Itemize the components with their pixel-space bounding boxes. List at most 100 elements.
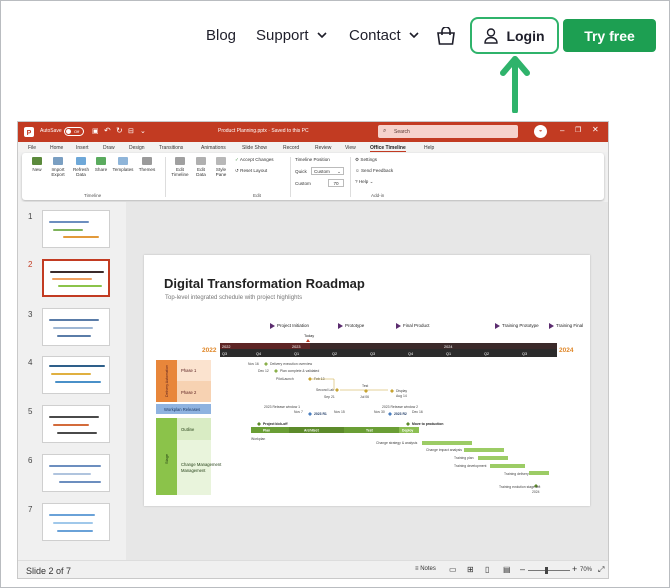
milestone-diamond-icon (264, 362, 268, 366)
timescale-quarter: Q3 (522, 352, 527, 356)
swimlane-label: Stage (165, 454, 169, 464)
shopping-bag-icon[interactable] (436, 27, 456, 45)
tab-design[interactable]: Design (129, 145, 145, 151)
share-label: Share (94, 167, 108, 172)
send-feedback-button[interactable]: ☺ Send Feedback (355, 168, 393, 173)
item-label: Training delivery (504, 472, 529, 476)
new-button[interactable]: New (28, 157, 46, 172)
nav-contact-label: Contact (349, 27, 401, 44)
slide-show-icon[interactable]: ▤ (503, 565, 511, 574)
slide-thumbnail-2[interactable] (42, 259, 110, 297)
slide-thumbnail-5[interactable] (42, 405, 110, 443)
slide-editor-canvas[interactable]: Digital Transformation Roadmap Top-level… (126, 202, 608, 560)
accept-changes-button[interactable]: ✓ Accept Changes (235, 157, 274, 163)
undo-icon[interactable]: ↶ (104, 126, 111, 135)
timescale-quarters (220, 349, 557, 357)
zoom-out-icon[interactable]: – (520, 564, 525, 574)
row-label: Outline (181, 427, 195, 432)
slide-sorter-icon[interactable]: ⊞ (467, 565, 474, 574)
redo-icon[interactable]: ↻ (116, 126, 123, 135)
file-title: Product Planning.pptx · Saved to this PC (218, 128, 309, 134)
nav-blog-link[interactable]: Blog (206, 27, 236, 44)
minimize-icon[interactable]: – (560, 126, 564, 135)
customize-toolbar-icon[interactable]: ⌄ (140, 127, 146, 135)
reset-layout-button[interactable]: ↺ Reset Layout (235, 168, 267, 174)
custom-value-input[interactable]: 70 (328, 179, 344, 187)
login-button[interactable]: Login (470, 17, 559, 54)
current-slide[interactable]: Digital Transformation Roadmap Top-level… (144, 255, 590, 506)
quick-select[interactable]: Custom ⌄ (311, 167, 344, 175)
refresh-data-button[interactable]: Refresh Data (71, 157, 91, 177)
zoom-level[interactable]: 70% (580, 567, 592, 573)
share-icon (96, 157, 106, 165)
slide-thumbnail-4[interactable] (42, 356, 110, 394)
row-label: Phase 2 (181, 390, 197, 395)
group-timeline-label: Timeline (84, 193, 102, 198)
save-icon[interactable]: ▣ (92, 127, 99, 135)
zoom-in-icon[interactable]: + (572, 564, 577, 574)
tab-record[interactable]: Record (283, 145, 299, 151)
templates-icon (118, 157, 128, 165)
release-label: 2023 R2 (394, 412, 407, 416)
tab-transitions[interactable]: Transitions (159, 145, 183, 151)
edit-data-button[interactable]: Edit Data (194, 157, 208, 177)
autosave-toggle[interactable]: Off (64, 127, 84, 136)
tab-slide-show[interactable]: Slide Show (242, 145, 267, 151)
date-label: Aug 14 (396, 394, 407, 398)
tab-review[interactable]: Review (315, 145, 331, 151)
style-pane-icon (216, 157, 226, 165)
nav-support-label: Support (256, 27, 309, 44)
style-pane-button[interactable]: Style Pane (214, 157, 228, 177)
group-edit-label: Edit (253, 193, 261, 198)
search-input[interactable]: ⌕ Search (378, 125, 518, 138)
notes-button[interactable]: ≡ Notes (415, 566, 436, 572)
try-free-button[interactable]: Try free (563, 19, 656, 52)
reading-view-icon[interactable]: ▯ (485, 565, 489, 574)
milestone-label: Prototype (345, 323, 365, 328)
tab-file[interactable]: File (28, 145, 36, 151)
nav-contact-link[interactable]: Contact (349, 27, 419, 44)
slide-thumbnail-1[interactable] (42, 210, 110, 248)
templates-button[interactable]: Templates (111, 157, 135, 172)
slide-thumbnail-7[interactable] (42, 503, 110, 541)
ribbon-divider (290, 157, 291, 197)
timescale-year: 2022 (222, 345, 230, 349)
close-icon[interactable]: ✕ (592, 125, 599, 134)
avatar[interactable]: ◒ (534, 125, 547, 138)
export-label: Export (51, 172, 65, 177)
import-export-button[interactable]: Import Export (48, 157, 68, 177)
nav-support-link[interactable]: Support (256, 27, 327, 44)
swimlane-label: Workplan Releases (164, 407, 200, 412)
share-button[interactable]: Share (92, 157, 110, 172)
fit-to-window-icon[interactable]: ⤢ (598, 565, 604, 575)
tab-view[interactable]: View (345, 145, 356, 151)
tab-animations[interactable]: Animations (201, 145, 226, 151)
new-label: New (32, 167, 42, 172)
tab-home[interactable]: Home (50, 145, 63, 151)
help-button[interactable]: ? Help ⌄ (355, 179, 373, 185)
workplan-label: Workplan (251, 437, 265, 441)
item-label: Training development (454, 464, 487, 468)
milestone-diamond-icon (308, 377, 312, 381)
present-icon[interactable]: ⊟ (128, 127, 134, 135)
quick-select-value: Custom (314, 169, 330, 174)
tab-insert[interactable]: Insert (76, 145, 89, 151)
item-label: Training plan (454, 456, 474, 460)
tab-draw[interactable]: Draw (103, 145, 115, 151)
slide-thumbnail-6[interactable] (42, 454, 110, 492)
slide-number: 7 (28, 505, 33, 514)
settings-label: Settings (360, 157, 378, 162)
restore-icon[interactable]: ❐ (575, 126, 581, 134)
tab-help[interactable]: Help (424, 145, 434, 151)
milestone-label: Training Final (556, 323, 583, 328)
slide-thumbnail-3[interactable] (42, 308, 110, 346)
themes-button[interactable]: Themes (137, 157, 157, 172)
edit-timeline-button[interactable]: Edit Timeline (170, 157, 190, 177)
tab-office-timeline[interactable]: Office Timeline (370, 145, 406, 152)
normal-view-icon[interactable]: ▭ (449, 565, 457, 574)
zoom-slider-thumb[interactable] (545, 567, 548, 574)
zoom-slider[interactable] (528, 570, 570, 571)
settings-button[interactable]: ⚙ Settings (355, 157, 377, 163)
themes-icon (142, 157, 152, 165)
help-icon: ? (355, 179, 358, 184)
